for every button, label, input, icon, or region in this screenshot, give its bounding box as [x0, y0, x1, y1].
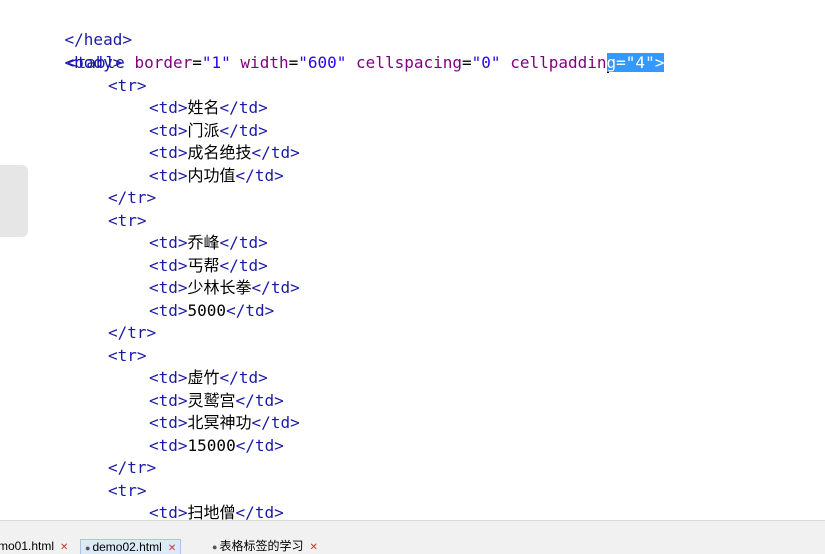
attr-width: width: [240, 53, 289, 72]
code-line-td: <td>扫地僧</td>: [149, 502, 284, 520]
code-line-td: <td>灵鹫宫</td>: [149, 390, 284, 412]
code-line-td: <td>虚竹</td>: [149, 367, 268, 389]
code-line-tr-open-2: <tr>: [108, 210, 147, 232]
td-open-tag: <td>: [149, 233, 188, 252]
td-close-tag: </td>: [235, 503, 284, 520]
attr-border: border: [134, 53, 193, 72]
cell-text: 5000: [187, 301, 227, 320]
cell-text: 丐帮: [187, 256, 220, 275]
cell-text: 乔峰: [187, 233, 220, 252]
cell-text: 扫地僧: [187, 503, 236, 520]
code-line-td: <td>成名绝技</td>: [149, 142, 300, 164]
code-line-td: <td>少林长拳</td>: [149, 277, 300, 299]
tr-close-tag: </tr>: [108, 323, 157, 342]
table-open-tag: <table: [67, 53, 125, 72]
td-open-tag: <td>: [149, 391, 188, 410]
val-width: "600": [298, 53, 347, 72]
td-open-tag: <td>: [149, 256, 188, 275]
close-icon[interactable]: ✕: [60, 542, 68, 553]
td-open-tag: <td>: [149, 166, 188, 185]
tr-open-tag: <tr>: [108, 211, 147, 230]
td-close-tag: </td>: [251, 413, 300, 432]
code-line-tr-open-4: <tr>: [108, 480, 147, 502]
attr-cellpadding: cellpaddin: [510, 53, 607, 72]
selected-text: g="4">: [606, 53, 665, 72]
code-editor[interactable]: </head> <body> <table border="1" width="…: [0, 0, 825, 520]
code-line-tr-open-1: <tr>: [108, 75, 147, 97]
code-line-td: <td>内功值</td>: [149, 165, 284, 187]
code-line-tr-close-1: </tr>: [108, 187, 156, 209]
td-open-tag: <td>: [149, 301, 188, 320]
side-panel-handle[interactable]: [0, 165, 28, 237]
td-open-tag: <td>: [149, 368, 188, 387]
code-line-2: <body>: [26, 30, 123, 72]
td-close-tag: </td>: [235, 436, 284, 455]
td-close-tag: </td>: [235, 391, 284, 410]
tr-open-tag: <tr>: [108, 76, 147, 95]
td-open-tag: <td>: [149, 413, 188, 432]
td-open-tag: <td>: [149, 278, 188, 297]
code-line-td: <td>门派</td>: [149, 120, 268, 142]
td-close-tag: </td>: [219, 256, 268, 275]
tr-open-tag: <tr>: [108, 346, 147, 365]
code-line-tr-open-3: <tr>: [108, 345, 147, 367]
tr-open-tag: <tr>: [108, 481, 147, 500]
tab-label: 表格标签的学习: [219, 539, 304, 553]
tab-demo02[interactable]: ● demo02.html ✕: [80, 539, 182, 554]
attr-cellspacing: cellspacing: [356, 53, 463, 72]
td-close-tag: </td>: [219, 368, 268, 387]
code-line-tr-close-2: </tr>: [108, 322, 156, 344]
cell-text: 姓名: [187, 98, 220, 117]
close-icon[interactable]: ✕: [168, 543, 176, 554]
code-line-td: <td>5000</td>: [149, 300, 274, 322]
tab-demo01[interactable]: mo01.html ✕: [0, 539, 72, 554]
modified-dot-icon: ●: [212, 542, 218, 552]
td-close-tag: </td>: [251, 278, 300, 297]
val-border: "1": [201, 53, 231, 72]
tab-label: mo01.html: [0, 539, 55, 553]
td-close-tag: </td>: [251, 143, 300, 162]
code-line-td: <td>北冥神功</td>: [149, 412, 300, 434]
cell-text: 内功值: [187, 166, 236, 185]
td-close-tag: </td>: [235, 166, 284, 185]
td-close-tag: </td>: [219, 233, 268, 252]
code-line-td: <td>乔峰</td>: [149, 232, 268, 254]
td-open-tag: <td>: [149, 503, 188, 520]
cell-text: 虚竹: [187, 368, 220, 387]
val-cellspacing: "0": [471, 53, 501, 72]
td-open-tag: <td>: [149, 143, 188, 162]
code-line-1: </head>: [26, 7, 132, 49]
cell-text: 成名绝技: [187, 143, 252, 162]
code-line-td: <td>丐帮</td>: [149, 255, 268, 277]
tr-close-tag: </tr>: [108, 458, 157, 477]
tr-close-tag: </tr>: [108, 188, 157, 207]
close-icon[interactable]: ✕: [309, 542, 317, 553]
cell-text: 门派: [187, 121, 220, 140]
td-close-tag: </td>: [219, 121, 268, 140]
modified-dot-icon: ●: [85, 543, 91, 553]
td-close-tag: </td>: [219, 98, 268, 117]
td-open-tag: <td>: [149, 98, 188, 117]
cell-text: 灵鹫宫: [187, 391, 236, 410]
td-open-tag: <td>: [149, 436, 188, 455]
code-line-tr-close-3: </tr>: [108, 457, 156, 479]
cell-text: 15000: [187, 436, 236, 455]
cell-text: 北冥神功: [187, 413, 252, 432]
code-line-3: <table border="1" width="600" cellspacin…: [67, 53, 665, 73]
cell-text: 少林长拳: [187, 278, 252, 297]
code-line-td: <td>姓名</td>: [149, 97, 268, 119]
td-open-tag: <td>: [149, 121, 188, 140]
tab-table-learning[interactable]: ● 表格标签的学习 ✕: [208, 539, 322, 554]
code-line-td: <td>15000</td>: [149, 435, 284, 457]
tab-label: demo02.html: [92, 540, 162, 554]
editor-tab-bar: mo01.html ✕ ● demo02.html ✕ ● 表格标签的学习 ✕: [0, 520, 825, 554]
td-close-tag: </td>: [226, 301, 275, 320]
